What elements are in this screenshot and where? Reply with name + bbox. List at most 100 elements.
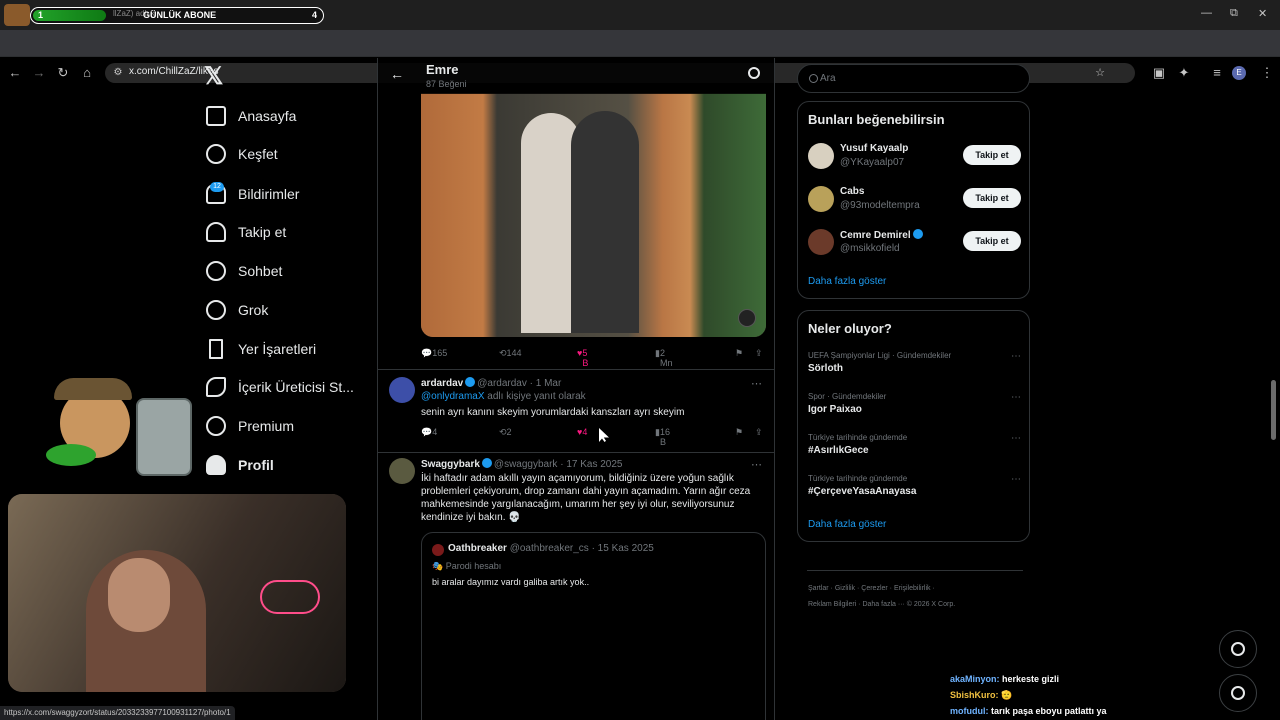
like-action[interactable]: ♥ 4 bbox=[577, 427, 587, 437]
puzzle-icon[interactable]: ✦ bbox=[1175, 64, 1193, 82]
trend-item[interactable]: UEFA Şampiyonlar Ligi · Gündemdekiler Sör… bbox=[808, 351, 1023, 374]
parody-label: 🎭 Parodi hesabı bbox=[432, 561, 502, 571]
nav-grok[interactable]: Grok bbox=[206, 296, 268, 324]
tweet-author[interactable]: Swaggybark @swaggybark · 17 Kas 2025 bbox=[421, 458, 622, 470]
reply-action[interactable]: 💬 4 bbox=[421, 427, 437, 438]
share-icon[interactable]: ⇪ bbox=[755, 427, 763, 438]
search-input[interactable]: Ara bbox=[797, 64, 1030, 93]
verified-icon bbox=[481, 458, 492, 468]
nav-home[interactable]: Anasayfa bbox=[206, 102, 296, 130]
trend-item[interactable]: Spor · Gündemdekiler Igor Paixao ⋯ bbox=[808, 392, 1023, 415]
avatar[interactable] bbox=[389, 458, 415, 484]
tweet[interactable]: ardardav @ardardav · 1 Mar ⋯ @onlydramaX … bbox=[378, 370, 774, 454]
stream-chat-line: mofudul: tarık paşa eboyu patlattı ya bbox=[950, 706, 1107, 716]
like-action[interactable]: ♥ 5 B bbox=[577, 348, 588, 368]
grok-float-button[interactable] bbox=[1219, 630, 1257, 668]
show-more-link[interactable]: Daha fazla göster bbox=[808, 276, 886, 287]
nav-bookmarks[interactable]: Yer İşaretleri bbox=[206, 335, 316, 363]
more-options-icon[interactable]: ⋯ bbox=[751, 458, 762, 471]
views-count: 2 Mn bbox=[659, 348, 673, 368]
tweet-photo[interactable] bbox=[421, 93, 766, 337]
user-handle: @93modeltempra bbox=[840, 200, 920, 211]
quoted-tweet[interactable]: Oathbreaker @oathbreaker_cs · 15 Kas 202… bbox=[421, 532, 766, 720]
extensions-icon[interactable]: ▣ bbox=[1150, 64, 1168, 82]
close-window-button[interactable]: ✕ bbox=[1258, 7, 1267, 20]
nav-explore[interactable]: Keşfet bbox=[206, 140, 278, 168]
bookmark-icon[interactable]: ⚑ bbox=[735, 427, 743, 438]
chat-message: herkeste gizli bbox=[999, 674, 1060, 684]
page-scrollbar[interactable] bbox=[1271, 380, 1276, 440]
x-logo[interactable]: 𝕏 bbox=[204, 64, 230, 90]
bookmark-icon[interactable]: ⚑ bbox=[735, 348, 743, 359]
nav-follow[interactable]: Takip et bbox=[206, 218, 286, 246]
trend-topic: Sörloth bbox=[808, 363, 843, 374]
more-options-icon[interactable]: ⋯ bbox=[1011, 474, 1021, 485]
bookmark-star-icon[interactable]: ☆ bbox=[1091, 64, 1109, 82]
menu-kebab-icon[interactable]: ⋮ bbox=[1258, 64, 1276, 82]
avatar[interactable] bbox=[808, 229, 834, 255]
follow-button[interactable]: Takip et bbox=[963, 188, 1021, 208]
neon-light bbox=[260, 580, 320, 614]
maximize-button[interactable]: ⧉ bbox=[1230, 7, 1238, 20]
tweet-text: senin ayrı kanını skeyim yorumlardaki ka… bbox=[421, 407, 685, 418]
status-url: https://x.com/swaggyzort/status/20332339… bbox=[0, 706, 235, 720]
more-options-icon[interactable]: ⋯ bbox=[1011, 392, 1021, 403]
quote-text: bi aralar dayımız vardı galiba artık yok… bbox=[432, 577, 590, 587]
home-icon[interactable]: ⌂ bbox=[78, 64, 96, 82]
tweet-author[interactable]: ardardav @ardardav · 1 Mar bbox=[421, 377, 561, 389]
site-info-icon[interactable]: ⚙ bbox=[109, 64, 127, 82]
reading-list-icon[interactable]: ≡ bbox=[1208, 64, 1226, 82]
like-count: 5 B bbox=[582, 348, 589, 368]
forward-icon[interactable]: → bbox=[30, 64, 48, 82]
trend-item[interactable]: Türkiye tarihinde gündemde #AsırlıkGece ⋯ bbox=[808, 433, 1023, 456]
suggested-user[interactable]: Yusuf Kayaalp @YKayaalp07 Takip et bbox=[808, 142, 1023, 172]
nav-profile[interactable]: Profil bbox=[206, 451, 274, 479]
reload-icon[interactable]: ↻ bbox=[54, 64, 72, 82]
trend-item[interactable]: Türkiye tarihinde gündemde #ÇerçeveYasaAn… bbox=[808, 474, 1023, 497]
avatar[interactable] bbox=[389, 377, 415, 403]
more-options-icon[interactable]: ⋯ bbox=[1011, 433, 1021, 444]
mascot-hat bbox=[54, 378, 132, 400]
jar-image bbox=[136, 398, 192, 476]
follow-button[interactable]: Takip et bbox=[963, 145, 1021, 165]
goal-label: GÜNLÜK ABONE bbox=[143, 10, 217, 20]
photo-expand-icon[interactable] bbox=[738, 309, 756, 327]
repost-action[interactable]: ⟲ 2 bbox=[499, 427, 512, 438]
back-icon[interactable]: ← bbox=[6, 64, 24, 82]
back-arrow-icon[interactable]: ← bbox=[390, 66, 404, 82]
show-more-link[interactable]: Daha fazla göster bbox=[808, 519, 886, 530]
author-handle: @ardardav · 1 Mar bbox=[477, 378, 562, 389]
chat-message: 🫡 bbox=[998, 690, 1013, 700]
profile-avatar[interactable]: E bbox=[1232, 66, 1246, 80]
more-options-icon[interactable]: ⋯ bbox=[1011, 351, 1021, 362]
nav-chat[interactable]: Sohbet bbox=[206, 257, 282, 285]
suggested-user[interactable]: Cemre Demirel @msikkofield Takip et bbox=[808, 228, 1023, 258]
reply-mention[interactable]: @onlydramaX bbox=[421, 391, 485, 402]
search-icon[interactable] bbox=[748, 67, 760, 79]
search-icon bbox=[809, 74, 818, 83]
follow-button[interactable]: Takip et bbox=[963, 231, 1021, 251]
minimize-button[interactable]: — bbox=[1201, 7, 1212, 19]
views-action[interactable]: ▮ 2 Mn bbox=[655, 348, 672, 368]
goal-target: 4 bbox=[311, 10, 317, 20]
avatar[interactable] bbox=[808, 186, 834, 212]
footer-links-2[interactable]: Reklam Bilgileri · Daha fazla ··· © 2026… bbox=[808, 601, 955, 608]
rocket-icon bbox=[206, 377, 226, 397]
quote-author: Oathbreaker @oathbreaker_cs · 15 Kas 202… bbox=[448, 543, 654, 554]
footer-links[interactable]: Şartlar · Gizlilik · Çerezler · Erişileb… bbox=[808, 585, 935, 592]
nav-premium[interactable]: Premium bbox=[206, 412, 294, 440]
avatar[interactable] bbox=[808, 143, 834, 169]
share-icon[interactable]: ⇪ bbox=[755, 348, 763, 359]
more-options-icon[interactable]: ⋯ bbox=[751, 377, 762, 390]
suggested-user[interactable]: Cabs @93modeltempra Takip et bbox=[808, 185, 1023, 215]
nav-creator-studio[interactable]: İçerik Üreticisi St... bbox=[206, 373, 354, 401]
repost-action[interactable]: ⟲ 144 bbox=[499, 348, 522, 359]
reply-action[interactable]: 💬 165 bbox=[421, 348, 447, 359]
user-name: Yusuf Kayaalp bbox=[840, 143, 909, 154]
add-user-icon bbox=[206, 222, 226, 242]
trend-context: Türkiye tarihinde gündemde bbox=[808, 474, 908, 483]
messages-float-button[interactable] bbox=[1219, 674, 1257, 712]
trend-context: Türkiye tarihinde gündemde bbox=[808, 433, 908, 442]
views-action[interactable]: ▮ 16 B bbox=[655, 427, 670, 447]
subscriber-goal-overlay: 1 llZaZ) adlı k GÜNLÜK ABONE 4 bbox=[30, 7, 324, 24]
